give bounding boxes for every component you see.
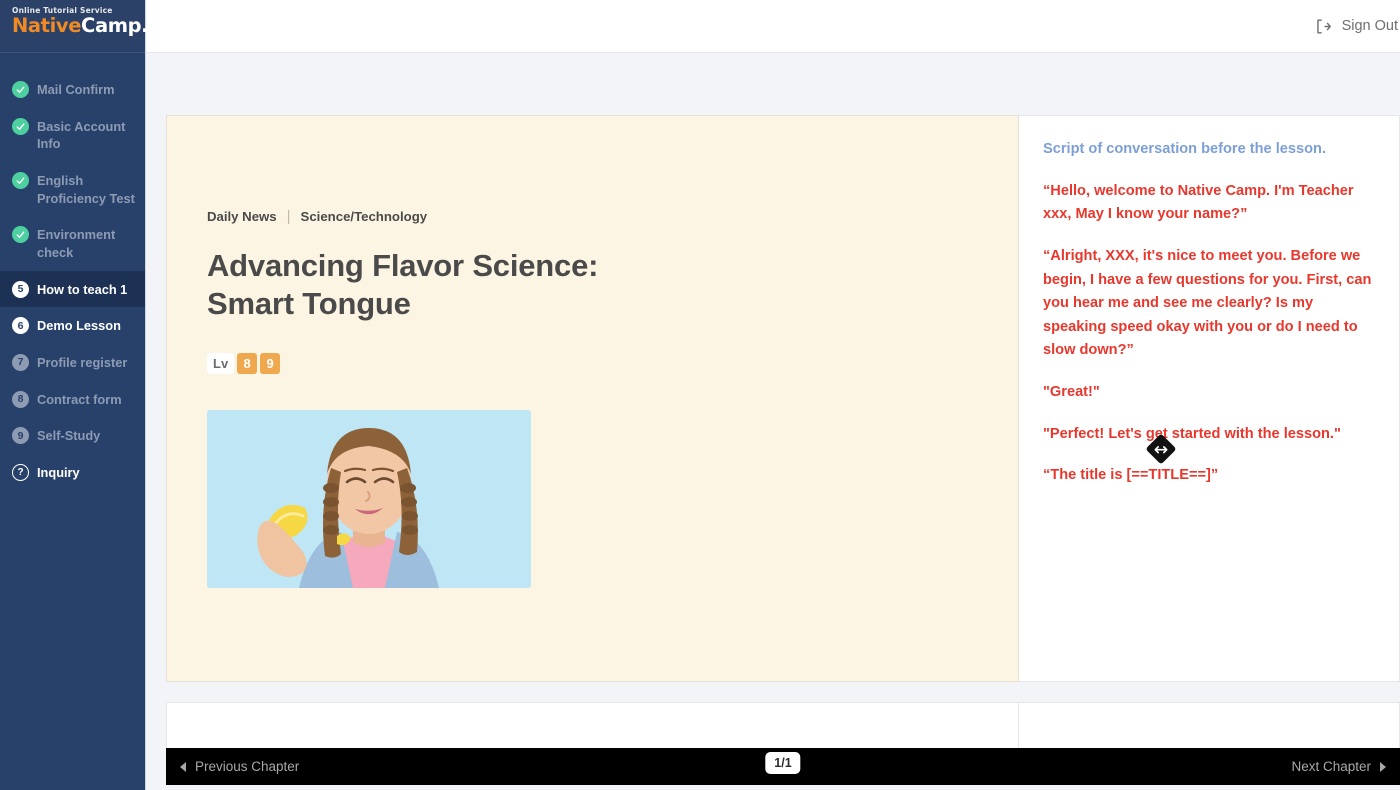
sidebar-item-self-study[interactable]: 9 Self-Study: [0, 417, 145, 454]
script-line: “Hello, welcome to Native Camp. I'm Teac…: [1043, 182, 1354, 223]
sidebar-item-basic-account-info[interactable]: Basic Account Info: [0, 108, 145, 162]
script-line: “Alright, XXX, it's nice to meet you. Be…: [1043, 247, 1372, 359]
sidebar-item-label: How to teach 1: [37, 281, 128, 297]
level-value-2: 9: [260, 352, 281, 374]
level-value-1: 8: [237, 352, 258, 374]
logo-wordmark: NativeCamp.: [12, 14, 149, 37]
check-circle-icon: [12, 171, 29, 189]
sidebar-item-label: Demo Lesson: [37, 318, 121, 334]
sidebar-nav: Mail Confirm Basic Account Info English Pr…: [0, 53, 145, 491]
step-number-badge-5: 5: [12, 280, 29, 298]
page-title: Advancing Flavor Science: Smart Tongue: [207, 248, 599, 321]
brand-logo[interactable]: Online Tutorial Service NativeCamp.: [0, 0, 149, 53]
level-label: Lv: [207, 352, 235, 374]
app-root: Online Tutorial Service NativeCamp. Mail…: [0, 0, 1400, 790]
top-bar: Sign Out: [146, 0, 1400, 53]
sidebar-item-label: Contract form: [37, 391, 122, 407]
chapter-nav-bar: Previous Chapter 1/1 Next Chapter: [166, 748, 1400, 785]
sidebar-item-label: Environment check: [37, 227, 116, 260]
sidebar-item-inquiry[interactable]: ? Inquiry: [0, 454, 145, 491]
sidebar-item-label: Mail Confirm: [37, 82, 115, 97]
sidebar-item-mail-confirm[interactable]: Mail Confirm: [0, 71, 145, 108]
script-lines: “Hello, welcome to Native Camp. I'm Teac…: [1043, 180, 1375, 488]
sidebar-item-label: Basic Account Info: [37, 118, 126, 152]
step-number-badge-9: 9: [12, 427, 29, 445]
lesson-panels: Daily News | Science/Technology Advancin…: [166, 115, 1400, 682]
sign-out-button[interactable]: Sign Out: [1314, 17, 1398, 36]
breadcrumb: Daily News | Science/Technology: [207, 208, 978, 225]
chevron-left-icon: [180, 761, 186, 772]
sign-out-label: Sign Out: [1341, 18, 1398, 34]
breadcrumb-category[interactable]: Daily News: [207, 209, 277, 224]
level-badge-group: Lv 8 9: [207, 352, 978, 374]
lesson-photo: [207, 409, 531, 588]
sidebar-item-label: Profile register: [37, 354, 128, 370]
sidebar-item-label: English Proficiency Test: [37, 172, 135, 206]
script-line: "Perfect! Let's get started with the les…: [1043, 425, 1341, 442]
sidebar-item-contract-form[interactable]: 8 Contract form: [0, 381, 145, 418]
lesson-content-panel: Daily News | Science/Technology Advancin…: [166, 115, 1019, 682]
check-circle-icon: [12, 117, 29, 135]
logo-native-text: Native: [12, 14, 82, 37]
sidebar-item-label: Self-Study: [37, 428, 101, 444]
previous-chapter-label: Previous Chapter: [195, 759, 300, 774]
next-chapter-button[interactable]: Next Chapter: [1277, 759, 1400, 774]
chevron-right-icon: [1380, 761, 1386, 772]
breadcrumb-topic[interactable]: Science/Technology: [301, 209, 428, 224]
resize-handle-diamond: [1145, 433, 1177, 465]
left-right-arrows-icon: [1154, 445, 1168, 453]
step-number-badge-8: 8: [12, 390, 29, 408]
sidebar-item-environment-check[interactable]: Environment check: [0, 216, 145, 270]
breadcrumb-separator: |: [286, 208, 291, 225]
girl-tasting-lemon-illustration: [207, 409, 531, 588]
sidebar-item-label: Inquiry: [37, 464, 80, 480]
sidebar-item-profile-register[interactable]: 7 Profile register: [0, 344, 145, 381]
step-number-badge-7: 7: [12, 353, 29, 371]
question-circle-icon: ?: [12, 463, 29, 481]
page-indicator[interactable]: 1/1: [765, 752, 801, 774]
logo-camp-text: Camp.: [81, 14, 149, 37]
script-heading: Script of conversation before the lesson…: [1043, 141, 1327, 157]
script-line: "Great!": [1043, 384, 1100, 401]
sidebar-item-english-proficiency-test[interactable]: English Proficiency Test: [0, 162, 145, 216]
script-line: “The title is [==TITLE==]”: [1043, 467, 1219, 484]
sidebar-item-demo-lesson[interactable]: 6 Demo Lesson: [0, 307, 145, 344]
content-area: Daily News | Science/Technology Advancin…: [146, 53, 1400, 790]
sign-out-icon: [1314, 17, 1333, 36]
step-number-badge-6: 6: [12, 317, 29, 335]
check-circle-icon: [12, 226, 29, 244]
main-region: Sign Out Daily News | Science/Technology…: [146, 0, 1400, 790]
script-panel: Script of conversation before the lesson…: [1019, 115, 1400, 682]
sidebar-item-how-to-teach-1[interactable]: 5 How to teach 1: [0, 270, 145, 308]
horizontal-resize-handle[interactable]: [1142, 433, 1180, 465]
sidebar: Online Tutorial Service NativeCamp. Mail…: [0, 0, 149, 790]
next-chapter-label: Next Chapter: [1291, 759, 1371, 774]
previous-chapter-button[interactable]: Previous Chapter: [166, 759, 313, 774]
check-circle-icon: [12, 81, 29, 98]
